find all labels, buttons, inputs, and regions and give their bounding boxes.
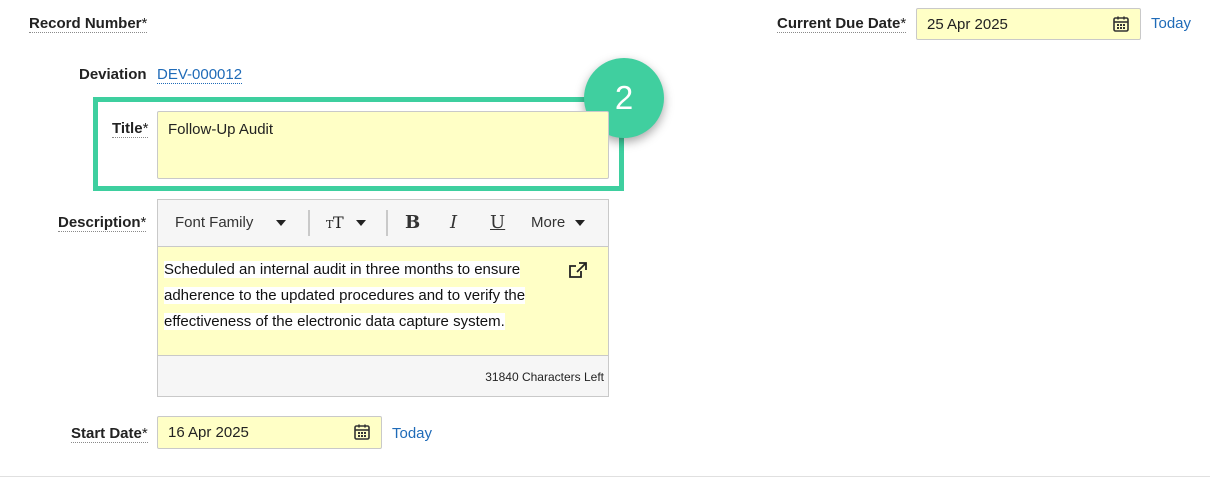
italic-button[interactable]: I xyxy=(450,200,457,246)
underline-icon: U xyxy=(490,212,506,233)
font-family-label: Font Family xyxy=(175,214,254,231)
start-date-value: 16 Apr 2025 xyxy=(168,424,249,441)
characters-left: 31840 Characters Left xyxy=(485,370,604,384)
text-size-dropdown[interactable]: T T xyxy=(326,200,367,246)
toolbar-divider xyxy=(308,210,310,236)
chevron-down-icon xyxy=(575,220,586,227)
record-number-label: Record Number* xyxy=(29,15,148,33)
current-due-date-label: Current Due Date* xyxy=(777,15,907,33)
bold-icon: B xyxy=(405,212,421,233)
editor-toolbar: Font Family T T B I U More xyxy=(157,199,609,246)
current-due-date-value: 25 Apr 2025 xyxy=(927,16,1008,33)
bold-button[interactable]: B xyxy=(405,200,420,246)
section-divider xyxy=(0,476,1210,477)
title-label: Title* xyxy=(112,120,149,138)
description-line: adherence to the updated procedures and … xyxy=(164,287,526,304)
chevron-down-icon xyxy=(356,220,367,227)
description-line: effectiveness of the electronic data cap… xyxy=(164,313,505,330)
editor-footer: 31840 Characters Left xyxy=(157,356,609,397)
svg-text:T: T xyxy=(333,215,344,231)
description-line: Scheduled an internal audit in three mon… xyxy=(164,261,521,278)
more-label: More xyxy=(531,214,566,231)
deviation-label: Deviation xyxy=(79,66,147,83)
title-value: Follow-Up Audit xyxy=(168,121,274,138)
calendar-icon[interactable] xyxy=(1112,15,1130,33)
current-due-date-input[interactable]: 25 Apr 2025 xyxy=(916,8,1141,40)
description-label: Description* xyxy=(58,214,147,232)
underline-button[interactable]: U xyxy=(490,200,505,246)
text-size-icon: T T xyxy=(326,213,344,232)
toolbar-divider xyxy=(386,210,388,236)
start-date-label: Start Date* xyxy=(71,425,148,443)
calendar-icon[interactable] xyxy=(353,423,371,441)
italic-icon: I xyxy=(450,212,458,233)
external-link-icon[interactable] xyxy=(568,261,588,279)
chevron-down-icon xyxy=(275,220,286,227)
font-family-dropdown[interactable]: Font Family xyxy=(175,200,286,246)
more-dropdown[interactable]: More xyxy=(531,200,586,246)
start-date-input[interactable]: 16 Apr 2025 xyxy=(157,416,382,449)
start-date-today-link[interactable]: Today xyxy=(392,425,432,442)
description-editor[interactable]: Scheduled an internal audit in three mon… xyxy=(157,246,609,356)
description-text: Scheduled an internal audit in three mon… xyxy=(164,257,544,335)
title-input[interactable]: Follow-Up Audit xyxy=(157,111,609,179)
current-due-date-today-link[interactable]: Today xyxy=(1151,15,1191,32)
deviation-link[interactable]: DEV-000012 xyxy=(157,66,243,84)
